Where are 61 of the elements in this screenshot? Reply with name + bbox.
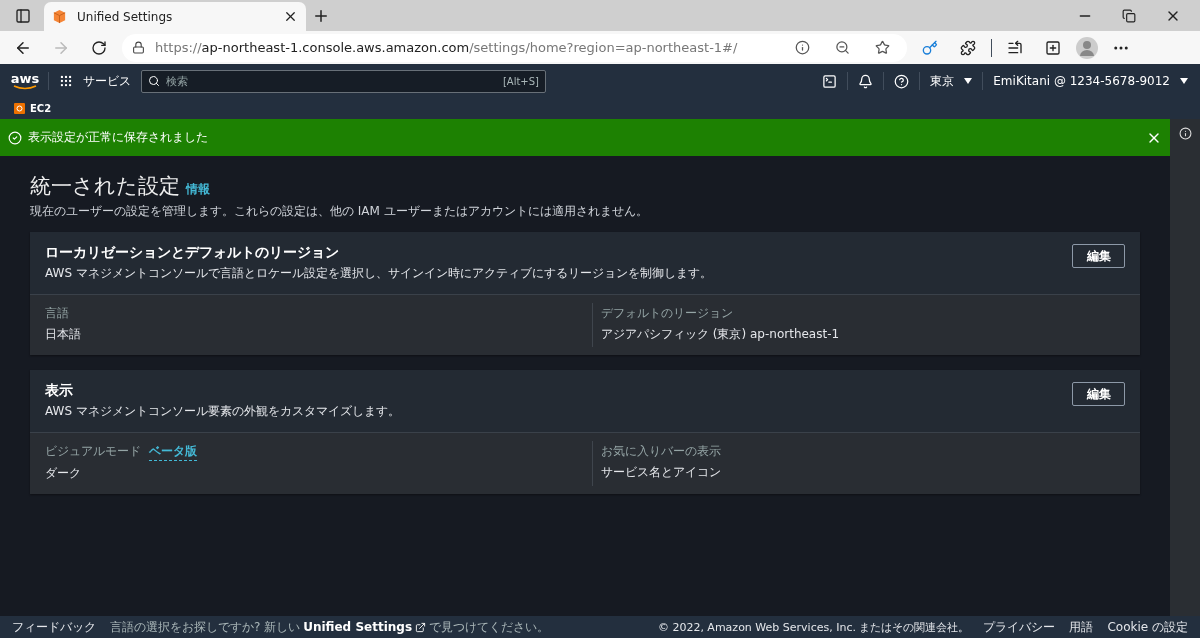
field-value: ダーク bbox=[45, 465, 82, 482]
region-menu[interactable]: 東京 bbox=[930, 72, 955, 90]
footer-link[interactable]: Cookie の設定 bbox=[1107, 618, 1188, 636]
shortcut-hint: [Alt+S] bbox=[502, 75, 539, 87]
info-icon[interactable] bbox=[1178, 127, 1192, 140]
aws-logo[interactable]: aws bbox=[12, 72, 38, 90]
field-label: デフォルトのリージョン bbox=[601, 305, 733, 322]
card-title: ローカリゼーションとデフォルトのリージョン bbox=[45, 244, 340, 262]
footer-link[interactable]: プライバシー bbox=[983, 618, 1056, 636]
browser-tab[interactable]: Unified Settings bbox=[44, 2, 306, 31]
field-value: サービス名とアイコン bbox=[601, 464, 722, 481]
card-description: AWS マネジメントコンソール要素の外観をカスタマイズします。 bbox=[45, 403, 401, 420]
field-value: 日本語 bbox=[45, 326, 82, 343]
reload-icon[interactable] bbox=[91, 39, 107, 56]
search-field[interactable]: 検索 [Alt+S] bbox=[141, 69, 546, 93]
zoom-out-icon[interactable] bbox=[834, 40, 850, 55]
close-icon[interactable] bbox=[283, 9, 298, 24]
copyright-text: © 2022, Amazon Web Services, Inc. またはその関連会社。 bbox=[657, 619, 970, 635]
page-description: 現在のユーザーの設定を管理します。これらの設定は、他の IAM ユーザーまたはアカウントには適用されません。 bbox=[30, 203, 649, 220]
feedback-link[interactable]: フィードバック bbox=[12, 618, 96, 636]
caret-icon bbox=[1180, 78, 1188, 84]
field-label: お気に入りバーの表示 bbox=[601, 443, 721, 460]
check-icon bbox=[8, 130, 22, 145]
edit-button[interactable]: 編集 bbox=[1072, 382, 1125, 406]
services-menu[interactable]: サービス bbox=[83, 72, 131, 90]
key-icon[interactable] bbox=[922, 39, 938, 56]
field-value: アジアパシフィック (東京) ap-northeast-1 bbox=[601, 326, 841, 343]
collections-icon[interactable] bbox=[1045, 39, 1061, 56]
search-icon bbox=[148, 75, 160, 87]
card-description: AWS マネジメントコンソールで言語とロケール設定を選択し、サインイン時にアクティブにするリージョンを制御します。 bbox=[45, 265, 713, 282]
new-tab-icon[interactable] bbox=[312, 7, 330, 25]
page-title: 統一された設定 bbox=[30, 173, 180, 200]
address-bar[interactable]: https://ap-northeast-1.console.aws.amazon.com/settings/home?region=ap-northeast-1#/ bbox=[122, 33, 907, 62]
lock-icon bbox=[132, 41, 145, 54]
grid-icon[interactable] bbox=[59, 74, 73, 88]
footer-notice: 言語の選択をお探しですか? 新しい Unified Settings で見つけてください。 bbox=[110, 618, 550, 636]
favorite-link[interactable]: EC2 bbox=[14, 103, 52, 114]
beta-link[interactable]: ベータ版 bbox=[149, 443, 197, 461]
cube-icon bbox=[52, 9, 67, 24]
puzzle-icon[interactable] bbox=[960, 39, 976, 56]
avatar-icon[interactable] bbox=[1076, 36, 1098, 59]
field-label: ビジュアルモード bbox=[45, 443, 141, 460]
unified-settings-link[interactable]: Unified Settings bbox=[303, 620, 427, 634]
tab-actions-icon[interactable] bbox=[15, 8, 31, 24]
caret-icon bbox=[964, 78, 973, 84]
card-title: 表示 bbox=[45, 382, 74, 400]
external-link-icon bbox=[415, 621, 427, 633]
star-icon[interactable] bbox=[874, 40, 890, 55]
terminal-icon[interactable] bbox=[822, 73, 838, 89]
favorites-icon[interactable] bbox=[1007, 39, 1023, 56]
edit-button[interactable]: 編集 bbox=[1072, 244, 1125, 268]
field-label: 言語 bbox=[45, 305, 69, 322]
bell-icon[interactable] bbox=[858, 73, 874, 89]
restore-icon[interactable] bbox=[1122, 8, 1136, 23]
footer-link[interactable]: 用語 bbox=[1069, 618, 1094, 636]
info-link[interactable]: 情報 bbox=[186, 181, 210, 198]
ec2-icon bbox=[14, 103, 25, 114]
url-text: https://ap-northeast-1.console.aws.amazon.com/settings/home?region=ap-northeast-1#/ bbox=[155, 40, 739, 55]
account-menu[interactable]: EmiKitani @ 1234-5678-9012 bbox=[993, 74, 1170, 88]
help-icon[interactable] bbox=[894, 73, 910, 89]
success-message: 表示設定が正常に保存されました bbox=[28, 129, 209, 146]
